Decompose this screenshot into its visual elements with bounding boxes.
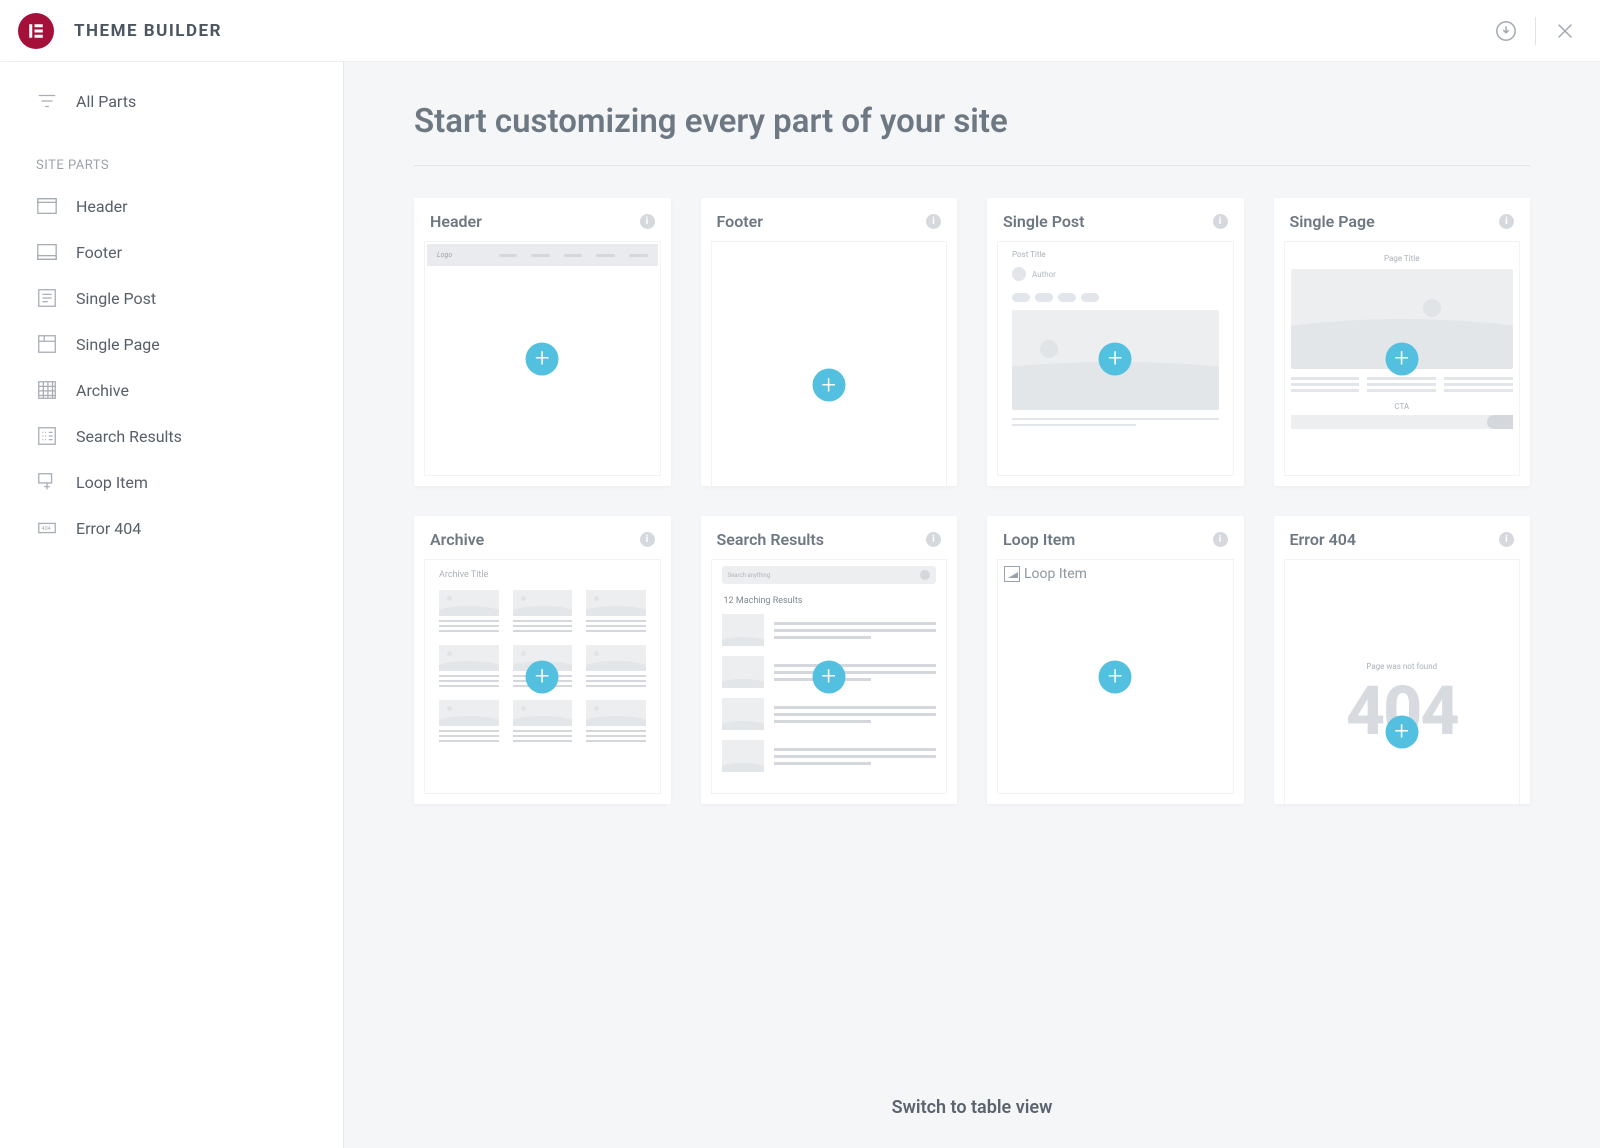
svg-text:404: 404 [42, 526, 51, 532]
add-button[interactable]: + [1385, 342, 1418, 375]
error-404-icon: 404 [36, 517, 58, 539]
add-button[interactable]: + [1099, 660, 1132, 693]
card-search-results: Search Results i Search anything 12 Mach… [701, 516, 958, 804]
card-preview-single-post[interactable]: Post Title Author + [997, 241, 1234, 476]
card-footer: Footer i Logo + [701, 198, 958, 486]
post-icon [36, 287, 58, 309]
preview-search-placeholder: Search anything [728, 572, 771, 579]
card-preview-single-page[interactable]: Page Title CTA + [1284, 241, 1521, 476]
add-button[interactable]: + [1099, 342, 1132, 375]
card-title: Single Post [1003, 212, 1085, 231]
info-icon[interactable]: i [1499, 214, 1514, 229]
card-title: Search Results [717, 530, 825, 549]
card-title: Archive [430, 530, 484, 549]
sidebar: All Parts SITE PARTS Header Footer Singl… [0, 62, 344, 1148]
sidebar-all-parts-label: All Parts [76, 92, 136, 111]
page-title: Start customizing every part of your sit… [414, 102, 1530, 166]
sidebar-section-label: SITE PARTS [0, 124, 343, 183]
sidebar-item-label: Single Page [76, 335, 160, 354]
add-button[interactable]: + [812, 660, 845, 693]
preview-cta: CTA [1291, 402, 1514, 411]
info-icon[interactable]: i [1213, 532, 1228, 547]
sidebar-item-label: Header [76, 197, 128, 216]
card-preview-header[interactable]: Logo + [424, 241, 661, 476]
topbar: THEME BUILDER [0, 0, 1600, 62]
header-icon [36, 195, 58, 217]
card-title: Footer [717, 212, 763, 231]
info-icon[interactable]: i [1499, 532, 1514, 547]
card-archive: Archive i Archive Title [414, 516, 671, 804]
card-preview-footer[interactable]: Logo + [711, 241, 948, 486]
card-preview-loop-item[interactable]: Loop Item + [997, 559, 1234, 794]
sidebar-item-label: Archive [76, 381, 129, 400]
add-button[interactable]: + [1385, 715, 1418, 748]
sidebar-all-parts[interactable]: All Parts [0, 78, 343, 124]
divider [1535, 17, 1536, 45]
card-preview-error-404[interactable]: Page was not found 404 + [1284, 559, 1521, 804]
sidebar-item-label: Search Results [76, 427, 182, 446]
preview-archive-title: Archive Title [439, 570, 646, 580]
footer-icon [36, 241, 58, 263]
app-title: THEME BUILDER [74, 21, 222, 41]
card-preview-archive[interactable]: Archive Title + [424, 559, 661, 794]
add-button[interactable]: + [526, 660, 559, 693]
card-single-page: Single Page i Page Title CTA + [1274, 198, 1531, 486]
sidebar-item-loop-item[interactable]: Loop Item [0, 459, 343, 505]
archive-icon [36, 379, 58, 401]
sidebar-item-header[interactable]: Header [0, 183, 343, 229]
broken-image-icon: Loop Item [1004, 566, 1227, 582]
card-title: Error 404 [1290, 530, 1357, 549]
sidebar-item-error-404[interactable]: 404 Error 404 [0, 505, 343, 551]
download-icon[interactable] [1495, 20, 1517, 42]
info-icon[interactable]: i [1213, 214, 1228, 229]
card-title: Loop Item [1003, 530, 1075, 549]
switch-view-link[interactable]: Switch to table view [414, 1007, 1530, 1118]
close-icon[interactable] [1554, 20, 1576, 42]
card-title: Header [430, 212, 482, 231]
card-title: Single Page [1290, 212, 1375, 231]
preview-logo-text: Logo [437, 251, 452, 259]
cards-grid: Header i Logo + Footer i [414, 198, 1530, 804]
sidebar-item-archive[interactable]: Archive [0, 367, 343, 413]
elementor-logo-icon [18, 13, 54, 49]
filter-icon [36, 90, 58, 112]
info-icon[interactable]: i [926, 532, 941, 547]
preview-post-title: Post Title [1012, 250, 1219, 259]
main: Start customizing every part of your sit… [344, 62, 1600, 1148]
page-icon [36, 333, 58, 355]
card-header: Header i Logo + [414, 198, 671, 486]
card-single-post: Single Post i Post Title Author + [987, 198, 1244, 486]
sidebar-item-search-results[interactable]: Search Results [0, 413, 343, 459]
preview-author: Author [1032, 270, 1056, 279]
add-button[interactable]: + [812, 369, 845, 402]
info-icon[interactable]: i [640, 532, 655, 547]
sidebar-item-label: Loop Item [76, 473, 148, 492]
preview-404-msg: Page was not found [1366, 662, 1437, 671]
info-icon[interactable]: i [926, 214, 941, 229]
add-button[interactable]: + [526, 342, 559, 375]
card-loop-item: Loop Item i Loop Item + [987, 516, 1244, 804]
preview-page-title: Page Title [1291, 254, 1514, 263]
sidebar-item-single-page[interactable]: Single Page [0, 321, 343, 367]
sidebar-item-label: Single Post [76, 289, 156, 308]
info-icon[interactable]: i [640, 214, 655, 229]
sidebar-item-footer[interactable]: Footer [0, 229, 343, 275]
sidebar-item-label: Error 404 [76, 519, 141, 538]
sidebar-item-label: Footer [76, 243, 122, 262]
loop-icon [36, 471, 58, 493]
sidebar-item-single-post[interactable]: Single Post [0, 275, 343, 321]
card-error-404: Error 404 i Page was not found 404 + [1274, 516, 1531, 804]
preview-results-count: 12 Maching Results [724, 596, 935, 606]
search-results-icon [36, 425, 58, 447]
card-preview-search-results[interactable]: Search anything 12 Maching Results + [711, 559, 948, 794]
